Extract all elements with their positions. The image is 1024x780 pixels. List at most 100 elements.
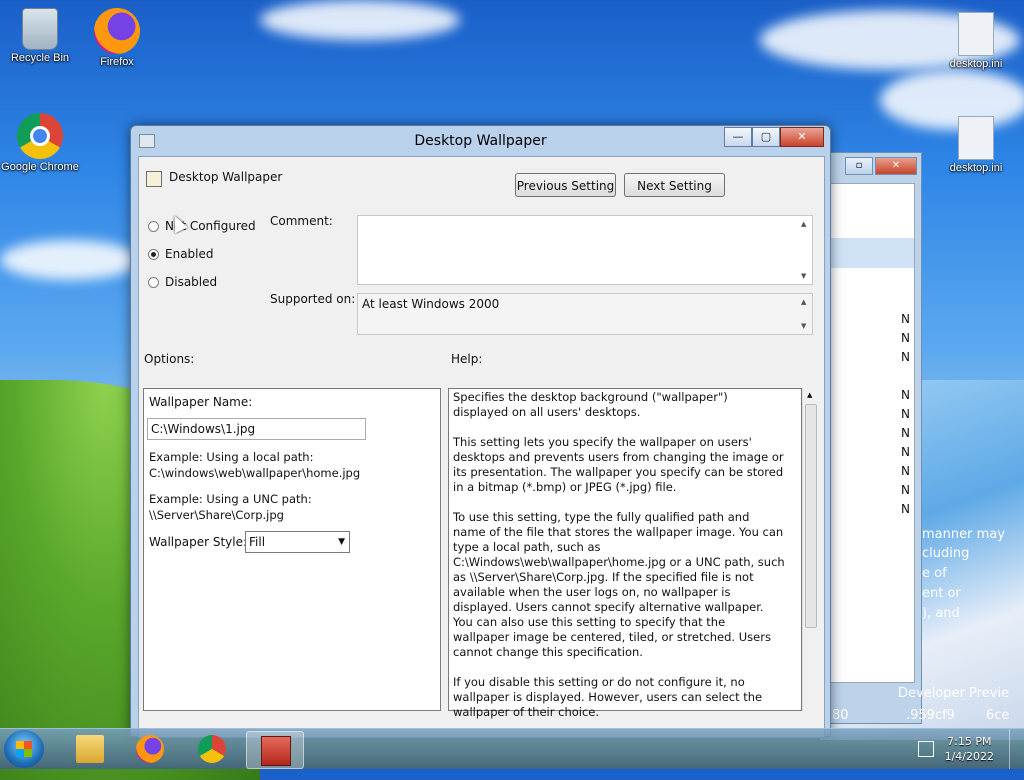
list-cell: N (901, 312, 910, 326)
title-bar[interactable]: Desktop Wallpaper — ▢ ✕ (131, 126, 830, 156)
wallpaper-text: ), and (922, 606, 960, 621)
list-cell: N (901, 331, 910, 345)
list-cell: N (901, 350, 910, 364)
firefox-icon (94, 8, 140, 54)
example-unc-path: \\Server\Share\Corp.jpg (149, 508, 284, 522)
desktop-icon-desktop-ini-2[interactable]: desktop.ini (936, 116, 1016, 174)
help-label: Help: (451, 352, 483, 366)
example-unc-label: Example: Using a UNC path: (149, 492, 312, 506)
list-cell: N (901, 426, 910, 440)
help-paragraph: If you disable this setting or do not co… (453, 675, 763, 719)
window-controls: — ▢ ✕ (724, 127, 824, 147)
list-cell: N (901, 407, 910, 421)
show-desktop-button[interactable] (1009, 729, 1024, 769)
help-text: Specifies the desktop background ("wallp… (453, 390, 785, 735)
list-cell: N (901, 483, 910, 497)
comment-textarea[interactable]: ▲ ▼ (357, 215, 813, 285)
wallpaper-text: e of (922, 566, 947, 581)
wallpaper-text: ent or (922, 586, 961, 601)
folder-icon (76, 735, 104, 763)
clock[interactable]: 7:15 PM 1/4/2022 (945, 734, 994, 764)
maximize-button[interactable]: ▢ (752, 127, 780, 147)
wallpaper-text: Developer Previe (898, 686, 1009, 701)
desktop-icon-google-chrome[interactable]: Google Chrome (0, 113, 80, 173)
options-panel: Wallpaper Name: C:\Windows\1.jpg Example… (143, 388, 441, 711)
comment-scrollbar[interactable]: ▲ ▼ (798, 216, 812, 284)
wallpaper-style-label: Wallpaper Style: (149, 535, 248, 549)
settings-file-icon (958, 12, 994, 56)
chrome-icon (17, 113, 63, 159)
taskbar-explorer[interactable] (62, 731, 118, 767)
supported-on-label: Supported on: (270, 292, 356, 306)
wallpaper-text: manner may (922, 527, 1005, 542)
list-cell: N (901, 502, 910, 516)
setting-icon (146, 171, 162, 187)
radio-disabled[interactable]: Disabled (148, 275, 217, 289)
desktop-icon-label: desktop.ini (949, 162, 1003, 174)
wallpaper-text: 6ce (986, 708, 1010, 723)
supported-scrollbar[interactable]: ▲ ▼ (798, 294, 812, 334)
close-button[interactable]: ✕ (875, 157, 917, 175)
wallpaper-text: cluding (922, 546, 970, 561)
next-setting-button[interactable]: Next Setting (624, 173, 725, 197)
wallpaper-name-input[interactable]: C:\Windows\1.jpg (147, 418, 366, 440)
clock-time: 7:15 PM (947, 735, 992, 748)
scroll-up-icon[interactable]: ▲ (807, 391, 812, 399)
wallpaper-text: .959cf9 (906, 708, 955, 723)
desktop-icon-label: Recycle Bin (10, 52, 70, 64)
desktop-icon-label: Firefox (100, 56, 134, 68)
desktop-icon-label: desktop.ini (949, 58, 1003, 70)
options-label: Options: (144, 352, 195, 366)
cloud (260, 0, 460, 40)
radio-enabled[interactable]: Enabled (148, 247, 214, 261)
list-cell: N (901, 388, 910, 402)
wallpaper-name-label: Wallpaper Name: (149, 395, 253, 409)
list-cell: N (901, 445, 910, 459)
help-panel: Specifies the desktop background ("wallp… (448, 388, 802, 719)
supported-on-field: At least Windows 2000 ▲ ▼ (357, 293, 813, 335)
setting-title: Desktop Wallpaper (169, 170, 283, 184)
dialog-body: Desktop Wallpaper Previous Setting Next … (138, 156, 825, 738)
firefox-icon (136, 735, 164, 763)
maximize-button[interactable]: ▫ (845, 157, 873, 175)
wallpaper-text: 80 (832, 708, 849, 723)
network-icon[interactable] (918, 741, 934, 757)
taskbar-firefox[interactable] (122, 731, 178, 767)
radio-not-configured[interactable]: Not Configured (148, 219, 256, 233)
start-button[interactable] (4, 730, 44, 768)
example-local-path: C:\windows\web\wallpaper\home.jpg (149, 466, 361, 480)
help-scrollbar[interactable]: ▲ (802, 388, 819, 711)
example-local-label: Example: Using a local path: (149, 450, 314, 464)
recycle-bin-icon (22, 8, 58, 50)
window-controls: ▫ ✕ (845, 157, 917, 175)
desktop-wallpaper-dialog[interactable]: Desktop Wallpaper — ▢ ✕ Desktop Wallpape… (130, 125, 831, 738)
radio-circle[interactable] (148, 220, 159, 232)
list-cell: N (901, 464, 910, 478)
minimize-button[interactable]: — (724, 127, 752, 147)
previous-setting-button[interactable]: Previous Setting (515, 173, 616, 197)
desktop-icon-recycle-bin[interactable]: Recycle Bin (0, 8, 80, 64)
system-tray: 7:15 PM 1/4/2022 (914, 729, 1024, 769)
group-policy-icon (261, 736, 291, 766)
wallpaper-style-value: Fill (249, 535, 266, 549)
close-button[interactable]: ✕ (780, 127, 824, 147)
taskbar-chrome[interactable] (184, 731, 240, 767)
wallpaper-style-dropdown[interactable]: Fill ▼ (245, 531, 350, 553)
help-paragraph: This setting lets you specify the wallpa… (453, 435, 784, 494)
chrome-icon (198, 735, 226, 763)
desktop-icon-firefox[interactable]: Firefox (77, 8, 157, 68)
selected-row (828, 238, 914, 268)
desktop-icon-desktop-ini[interactable]: desktop.ini (936, 12, 1016, 70)
comment-label: Comment: (270, 214, 333, 228)
radio-circle[interactable] (148, 248, 159, 260)
cloud (0, 240, 140, 280)
taskbar: 7:15 PM 1/4/2022 (0, 728, 1024, 769)
clock-date: 1/4/2022 (944, 750, 994, 763)
supported-on-value: At least Windows 2000 (362, 297, 500, 311)
settings-file-icon (958, 116, 994, 160)
radio-circle[interactable] (148, 276, 159, 288)
wallpaper-name-value: C:\Windows\1.jpg (151, 422, 256, 436)
radio-label: Disabled (165, 275, 218, 289)
taskbar-group-policy[interactable] (246, 731, 304, 769)
scroll-thumb[interactable] (805, 404, 817, 628)
